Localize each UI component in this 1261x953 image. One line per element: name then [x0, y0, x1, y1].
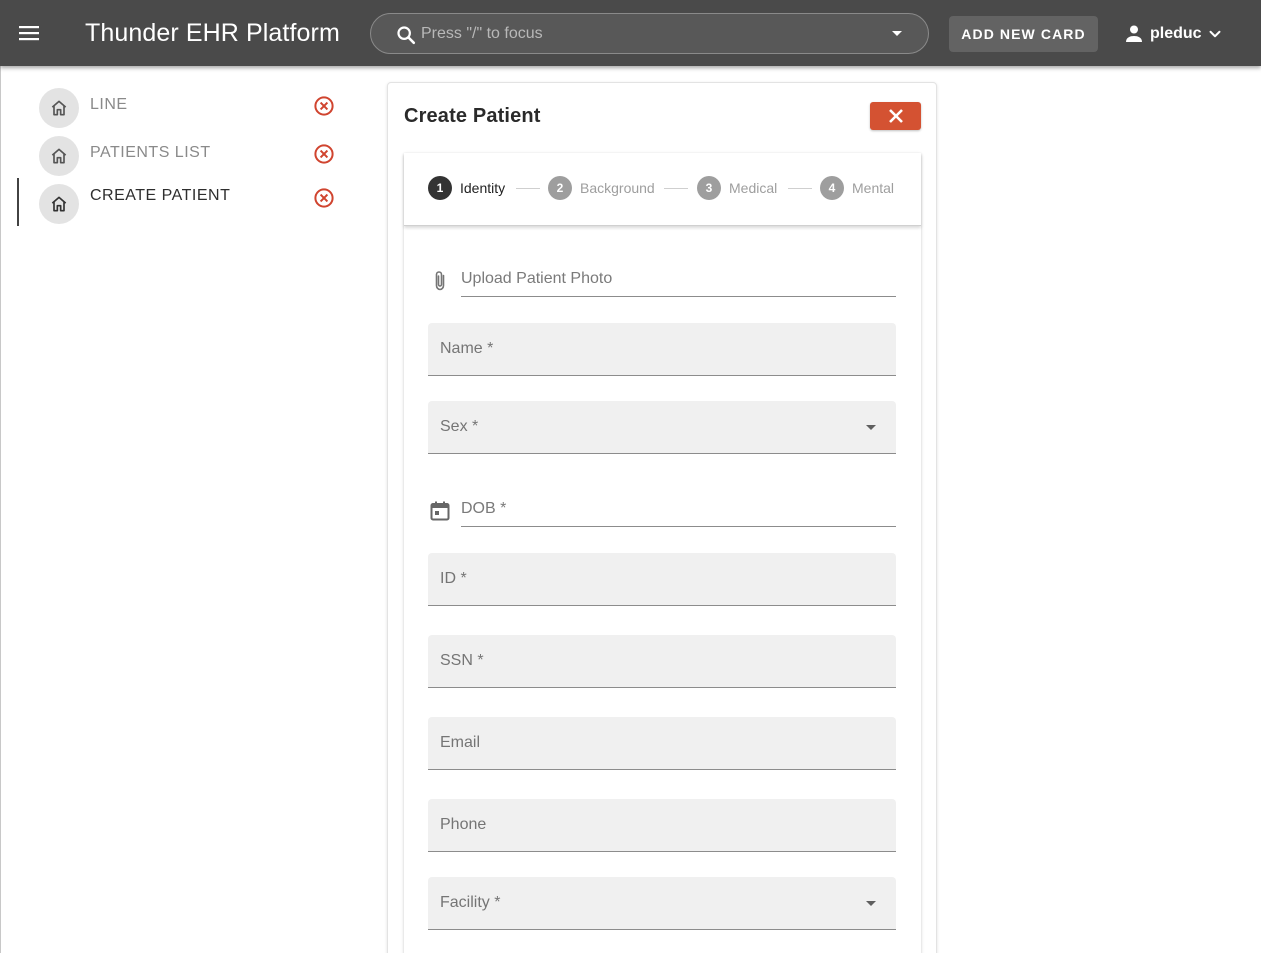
- facility-select[interactable]: Facility *: [428, 877, 896, 930]
- step-background[interactable]: 2 Background: [548, 176, 655, 200]
- sidebar-item-label: LINE: [90, 96, 128, 113]
- sidebar-item-avatar: [39, 88, 79, 128]
- step-medical[interactable]: 3 Medical: [697, 176, 777, 200]
- sex-label: Sex *: [440, 418, 479, 435]
- caret-down-icon: [866, 425, 876, 430]
- close-icon: [888, 109, 903, 123]
- stepper-form: 1 Identity 2 Background 3 Medical 4 Ment…: [404, 153, 921, 953]
- add-new-card-button[interactable]: ADD NEW CARD: [949, 16, 1098, 52]
- step-connector: [516, 188, 540, 189]
- dob-label: DOB *: [461, 500, 507, 517]
- step-number: 3: [697, 176, 721, 200]
- app-page: Thunder EHR Platform ADD NEW CARD pleduc: [0, 0, 1261, 953]
- user-name: pleduc: [1150, 25, 1202, 42]
- dob-input[interactable]: DOB *: [461, 495, 896, 527]
- home-icon: [51, 196, 67, 212]
- step-mental[interactable]: 4 Mental: [820, 176, 894, 200]
- close-circle-icon[interactable]: [313, 187, 335, 209]
- sex-select[interactable]: Sex *: [428, 401, 896, 454]
- sidebar-item-patients-list[interactable]: PATIENTS LIST: [17, 136, 347, 182]
- sidebar: LINE PATIENTS LIST CREATE PATIENT: [0, 66, 360, 953]
- home-icon: [51, 100, 67, 116]
- paperclip-icon[interactable]: [428, 269, 452, 293]
- step-number: 2: [548, 176, 572, 200]
- step-connector: [788, 188, 812, 189]
- search-icon: [397, 26, 416, 45]
- sidebar-item-label: CREATE PATIENT: [90, 187, 231, 204]
- name-field[interactable]: Name *: [428, 323, 896, 376]
- facility-label: Facility *: [440, 894, 501, 911]
- user-menu[interactable]: pleduc: [1122, 20, 1224, 48]
- id-field[interactable]: ID *: [428, 553, 896, 606]
- stepper: 1 Identity 2 Background 3 Medical 4 Ment…: [404, 153, 921, 226]
- home-icon: [51, 148, 67, 164]
- chevron-down-icon: [1209, 30, 1221, 38]
- email-label: Email: [440, 734, 481, 751]
- id-label: ID *: [440, 570, 467, 587]
- step-number: 4: [820, 176, 844, 200]
- step-connector: [664, 188, 688, 189]
- search-dropdown-icon[interactable]: [890, 26, 904, 40]
- step-label: Medical: [729, 180, 778, 196]
- email-field[interactable]: Email: [428, 717, 896, 770]
- close-circle-icon[interactable]: [313, 143, 335, 165]
- calendar-icon[interactable]: [428, 499, 452, 523]
- sidebar-item-avatar: [39, 184, 79, 224]
- sidebar-item-avatar: [39, 136, 79, 176]
- upload-photo-label: Upload Patient Photo: [461, 270, 613, 287]
- upload-photo-input[interactable]: Upload Patient Photo: [461, 265, 896, 297]
- step-identity[interactable]: 1 Identity: [428, 176, 505, 200]
- app-bar: Thunder EHR Platform ADD NEW CARD pleduc: [0, 0, 1261, 66]
- phone-field[interactable]: Phone: [428, 799, 896, 852]
- ssn-field[interactable]: SSN *: [428, 635, 896, 688]
- search-input[interactable]: [421, 21, 871, 47]
- create-patient-card: Create Patient 1 Identity 2 Background 3…: [387, 82, 937, 953]
- upload-photo-row: Upload Patient Photo: [428, 265, 896, 297]
- caret-down-icon: [866, 901, 876, 906]
- name-label: Name *: [440, 340, 494, 357]
- sidebar-item-label: PATIENTS LIST: [90, 144, 211, 161]
- close-card-button[interactable]: [870, 102, 921, 130]
- app-title: Thunder EHR Platform: [85, 19, 340, 47]
- sidebar-item-create-patient[interactable]: CREATE PATIENT: [17, 178, 347, 226]
- ssn-label: SSN *: [440, 652, 484, 669]
- person-icon: [1126, 25, 1142, 42]
- close-circle-icon[interactable]: [313, 95, 335, 117]
- menu-icon: [19, 26, 39, 41]
- phone-label: Phone: [440, 816, 487, 833]
- hamburger-menu-button[interactable]: [14, 19, 44, 47]
- dob-row: DOB *: [428, 495, 896, 527]
- search-bar[interactable]: [370, 13, 929, 54]
- step-number: 1: [428, 176, 452, 200]
- card-title: Create Patient: [404, 105, 541, 127]
- step-label: Mental: [852, 180, 895, 196]
- step-label: Identity: [460, 180, 506, 196]
- sidebar-item-line[interactable]: LINE: [17, 88, 347, 134]
- step-label: Background: [580, 180, 655, 196]
